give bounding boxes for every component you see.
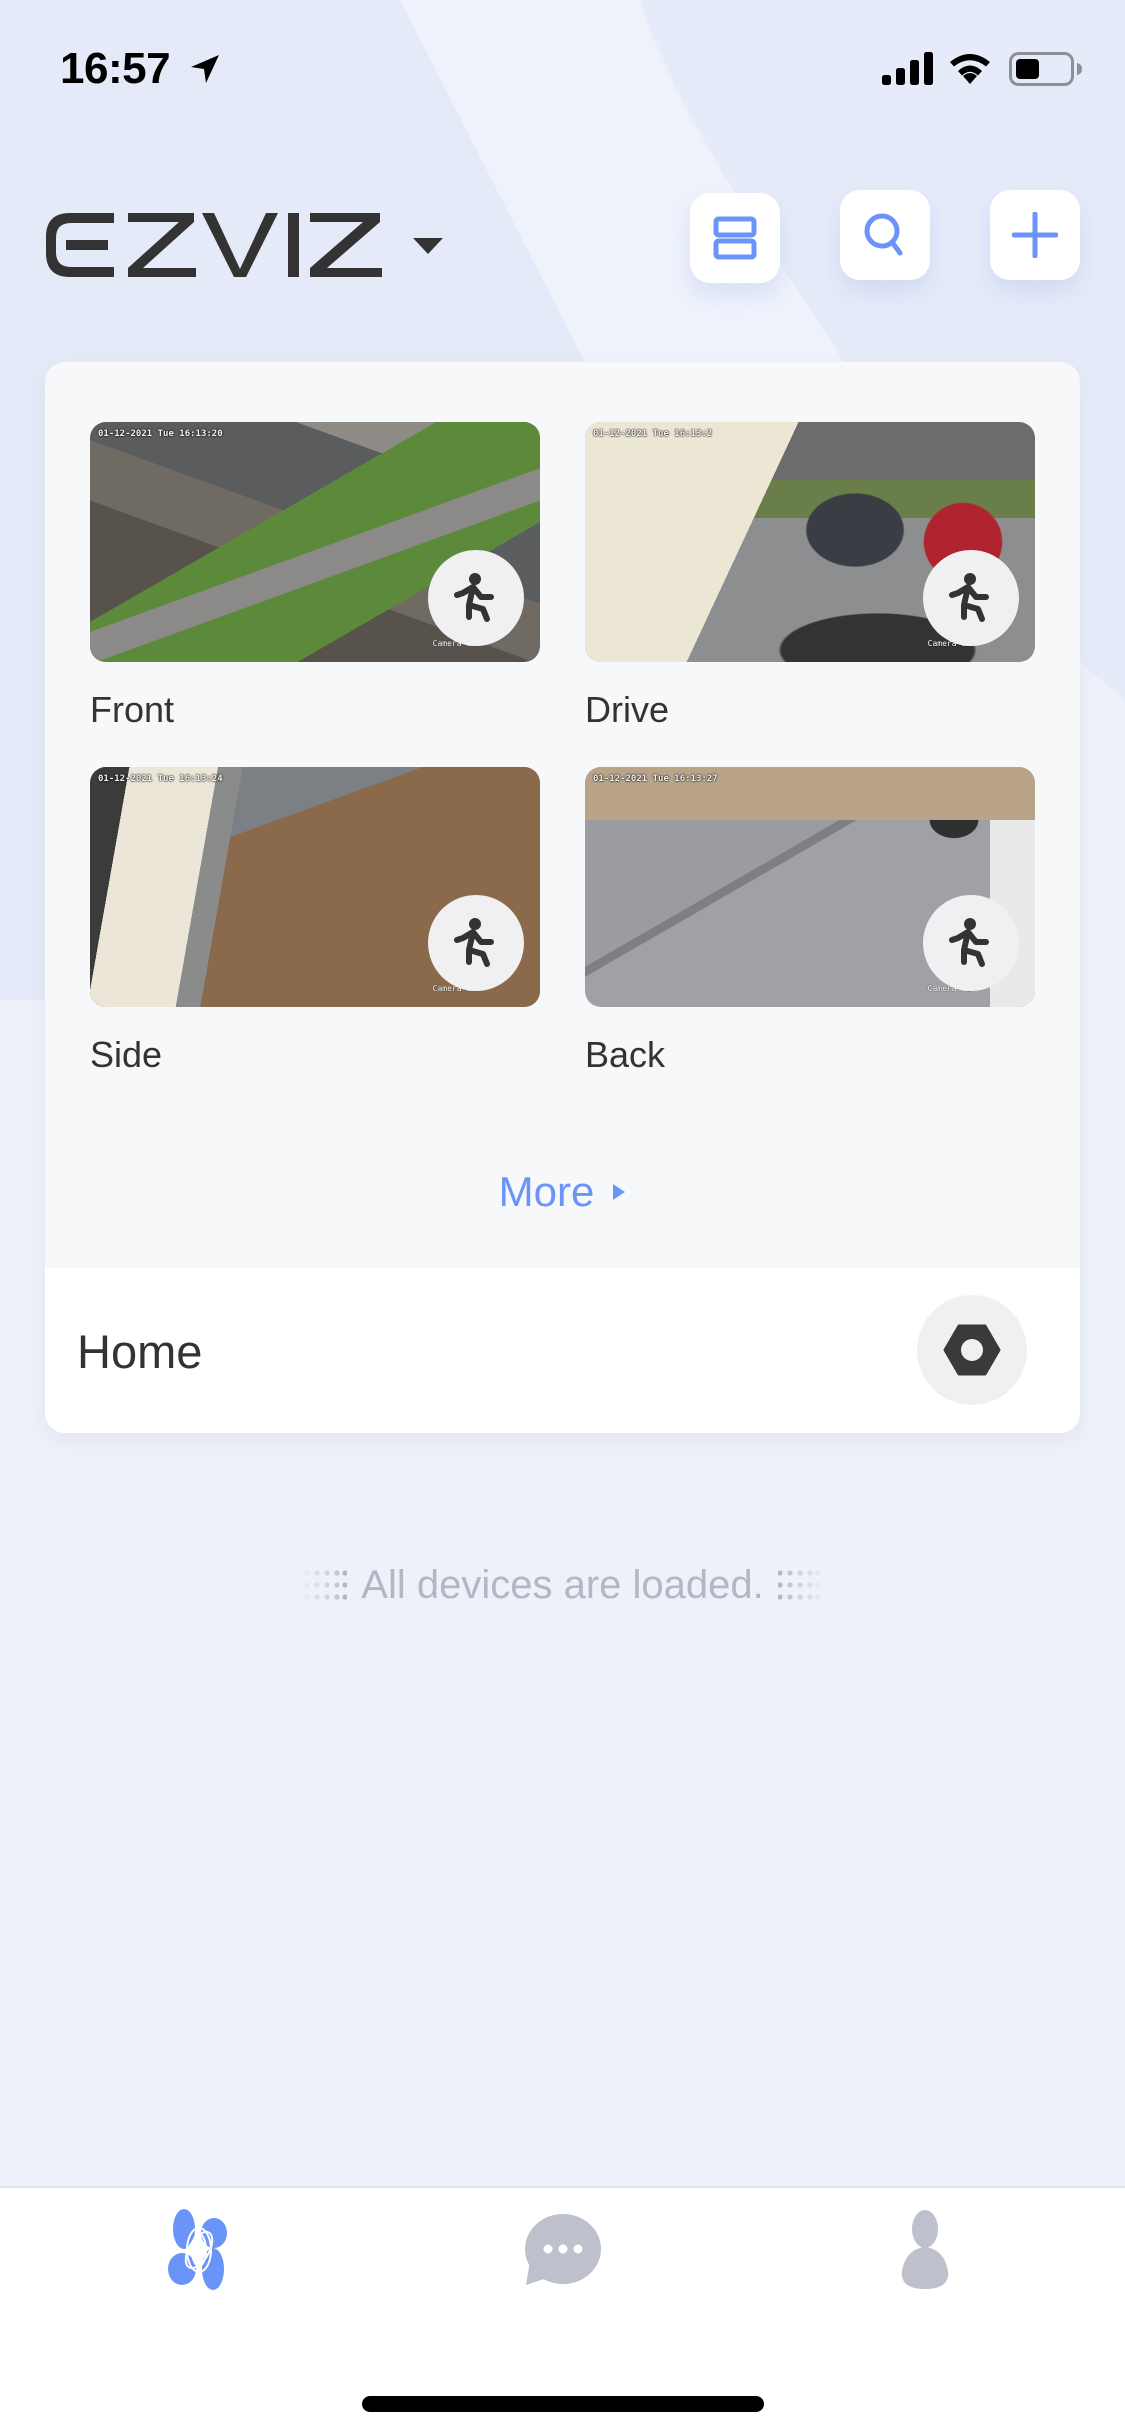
all-devices-loaded-text: All devices are loaded. xyxy=(361,1562,764,1607)
group-name: Home xyxy=(77,1325,203,1378)
camera-name: Back xyxy=(585,1034,666,1075)
camera-timestamp: 01-12-2021 Tue 16:13:20 xyxy=(98,429,223,439)
motion-detection-icon xyxy=(949,918,989,967)
ezviz-wordmark xyxy=(46,213,382,277)
person-icon xyxy=(901,2210,949,2289)
more-label: More xyxy=(498,1168,595,1215)
motion-detection-button[interactable] xyxy=(923,550,1019,646)
camera-tile-front[interactable]: 01-12-2021 Tue 16:13:20 Camera 01 Front xyxy=(90,422,540,732)
tab-messages[interactable]: Messages xyxy=(503,2202,623,2298)
motion-detection-button[interactable] xyxy=(428,895,524,991)
camera-timestamp: 01-12-2021 Tue 16:13:24 xyxy=(98,774,223,784)
cellular-signal-icon xyxy=(882,52,933,85)
camera-tile-drive[interactable]: 01-12-2021 Tue 16:13:2 Camera 01 Drive xyxy=(585,422,1035,732)
caret-down-icon[interactable] xyxy=(411,236,445,256)
status-time: 16:57 xyxy=(60,44,171,93)
layout-toggle-button[interactable] xyxy=(690,193,780,283)
list-layout-icon xyxy=(713,216,757,260)
device-group-row[interactable]: Home xyxy=(45,1268,1080,1433)
group-settings-button[interactable] xyxy=(917,1295,1027,1405)
plus-icon xyxy=(1012,212,1058,258)
dot-grid-left-decoration xyxy=(304,1570,348,1600)
all-devices-loaded-message: All devices are loaded. xyxy=(0,1560,1125,1610)
camera-preview-back[interactable]: 01-12-2021 Tue 16:13:27 Camera 01 xyxy=(585,767,1035,1007)
hex-nut-settings-icon xyxy=(943,1324,1001,1376)
camera-timestamp: 01-12-2021 Tue 16:13:2 xyxy=(593,429,713,439)
camera-name: Front xyxy=(90,689,175,730)
battery-icon xyxy=(1009,52,1082,86)
motion-detection-icon xyxy=(949,573,989,622)
brand-logo[interactable]: EZVIZ xyxy=(44,211,384,279)
motion-detection-icon xyxy=(454,573,494,622)
motion-detection-button[interactable] xyxy=(923,895,1019,991)
message-bubble-icon xyxy=(525,2214,601,2285)
more-devices-button[interactable]: More xyxy=(45,1162,1080,1222)
camera-preview-front[interactable]: 01-12-2021 Tue 16:13:20 Camera 01 xyxy=(90,422,540,662)
search-button[interactable] xyxy=(840,190,930,280)
camera-name: Drive xyxy=(585,689,670,730)
tab-profile[interactable]: Profile xyxy=(865,2202,985,2298)
device-group-card: 01-12-2021 Tue 16:13:20 Camera 01 Front … xyxy=(45,362,1080,1433)
camera-timestamp: 01-12-2021 Tue 16:13:27 xyxy=(593,774,718,784)
camera-tile-side[interactable]: 01-12-2021 Tue 16:13:24 Camera 01 Side xyxy=(90,767,540,1077)
tab-home[interactable]: Home xyxy=(139,2202,259,2298)
ezviz-home-icon xyxy=(168,2209,227,2290)
camera-preview-drive[interactable]: 01-12-2021 Tue 16:13:2 Camera 01 xyxy=(585,422,1035,662)
caret-right-icon xyxy=(613,1184,626,1200)
motion-detection-icon xyxy=(454,918,494,967)
home-indicator xyxy=(362,2396,764,2412)
camera-name: Side xyxy=(90,1034,163,1075)
dot-grid-right-decoration xyxy=(777,1570,821,1600)
wifi-icon xyxy=(950,54,990,84)
battery-level-fill xyxy=(1016,59,1039,79)
camera-preview-side[interactable]: 01-12-2021 Tue 16:13:24 Camera 01 xyxy=(90,767,540,1007)
camera-tile-back[interactable]: 01-12-2021 Tue 16:13:27 Camera 01 Back xyxy=(585,767,1035,1077)
motion-detection-button[interactable] xyxy=(428,550,524,646)
search-icon xyxy=(864,213,903,256)
location-arrow-icon xyxy=(191,55,219,83)
add-device-button[interactable] xyxy=(990,190,1080,280)
